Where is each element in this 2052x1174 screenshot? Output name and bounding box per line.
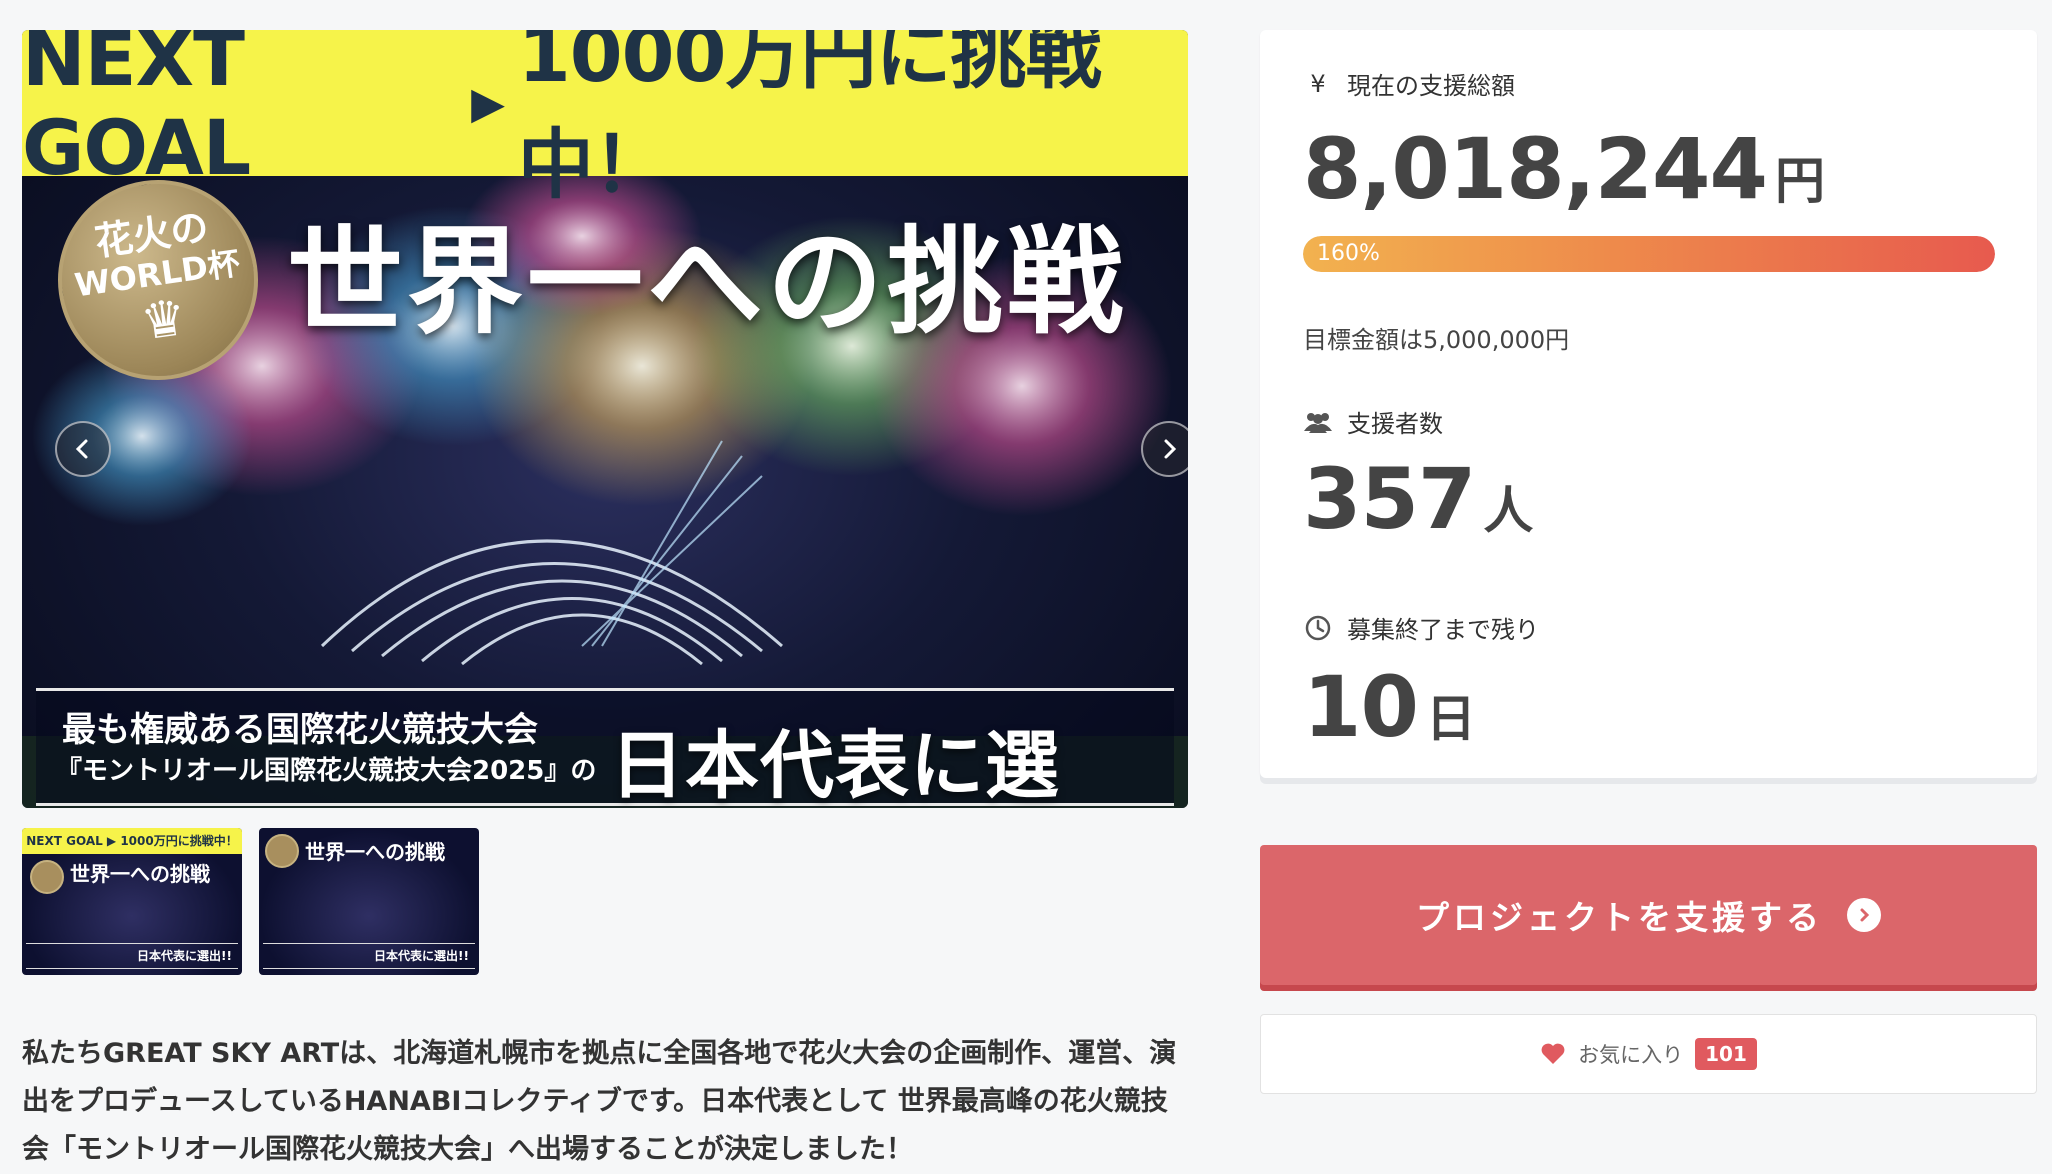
hero-headline: 世界一への挑戦	[287, 214, 1127, 350]
total-amount-label: 現在の支援総額	[1347, 72, 1515, 100]
remaining-label: 募集終了まで残り	[1347, 616, 1539, 644]
remaining-label-row: 募集終了まで残り	[1303, 610, 1539, 645]
heart-icon	[1541, 1043, 1565, 1064]
thumbnail-title: 世界一への挑戦	[305, 840, 445, 864]
funding-progress-bar: 160%	[1303, 236, 1995, 272]
triangle-arrow-icon: ▶	[471, 77, 505, 129]
thumbnail-strip: NEXT GOAL ▶ 1000万円に挑戦中！ 世界一への挑戦 日本代表に選出!…	[22, 828, 479, 975]
yen-icon: ¥	[1310, 69, 1326, 98]
arrow-right-circle-icon	[1847, 898, 1881, 932]
backers-row: 357 人	[1303, 450, 1533, 548]
next-goal-banner: NEXT GOAL ▶ 1000万円に挑戦中！	[22, 30, 1188, 209]
progress-fill	[1303, 236, 1995, 272]
total-amount-label-row: ¥ 現在の支援総額	[1303, 66, 1515, 101]
clock-icon	[1303, 615, 1333, 641]
chevron-right-icon	[1164, 439, 1177, 459]
support-button-label: プロジェクトを支援する	[1416, 898, 1823, 937]
remaining-row: 10 日	[1303, 658, 1476, 756]
thumbnail-2[interactable]: 世界一への挑戦 日本代表に選出!!	[259, 828, 479, 975]
chevron-left-icon	[75, 439, 88, 459]
users-icon	[1303, 411, 1333, 433]
thumbnail-title: 世界一への挑戦	[70, 862, 210, 886]
thumbnail-bottom-text: 日本代表に選出!!	[263, 943, 475, 969]
favorite-count-badge: 101	[1695, 1038, 1757, 1070]
thumbnail-badge	[30, 860, 64, 894]
hero-selected-text: 日本代表に選出!!	[610, 723, 1060, 808]
goal-banner-right: 1000万円に挑戦中！	[517, 30, 1102, 209]
thumbnail-bottom-text: 日本代表に選出!!	[26, 943, 238, 969]
backers-label: 支援者数	[1347, 410, 1443, 438]
favorite-label: お気に入り	[1578, 1043, 1684, 1067]
remaining-unit: 日	[1425, 690, 1476, 748]
hero-subtitle-line2: 『モントリオール国際花火競技大会2025』の	[56, 756, 597, 786]
total-amount-unit: 円	[1774, 152, 1825, 210]
thumbnail-badge	[265, 834, 299, 868]
thumbnail-1[interactable]: NEXT GOAL ▶ 1000万円に挑戦中！ 世界一への挑戦 日本代表に選出!…	[22, 828, 242, 975]
goal-amount-text: 目標金額は5,000,000円	[1303, 326, 1570, 354]
carousel-prev-button[interactable]	[55, 421, 111, 477]
favorite-button[interactable]: お気に入り 101	[1260, 1014, 2037, 1094]
goal-banner-left: NEXT GOAL	[22, 30, 251, 192]
total-amount-value: 8,018,244	[1303, 120, 1768, 218]
support-project-button[interactable]: プロジェクトを支援する	[1260, 845, 2037, 985]
funding-stats-card: ¥ 現在の支援総額 8,018,244 円 160% 目標金額は5,000,00…	[1260, 30, 2037, 778]
crown-icon: ♛	[137, 287, 190, 352]
project-description: 私たちGREAT SKY ARTは、北海道札幌市を拠点に全国各地で花火大会の企画…	[22, 1038, 1177, 1165]
thumbnail-goal-text: NEXT GOAL ▶ 1000万円に挑戦中！	[22, 828, 242, 854]
backers-value: 357	[1303, 450, 1476, 548]
carousel-next-button[interactable]	[1141, 421, 1188, 477]
backers-label-row: 支援者数	[1303, 404, 1443, 439]
main-project-image: NEXT GOAL ▶ 1000万円に挑戦中！ 花火の WORLD杯 ♛ 世界一…	[22, 30, 1188, 808]
progress-percent: 160%	[1317, 241, 1380, 266]
remaining-value: 10	[1303, 658, 1419, 756]
total-amount-row: 8,018,244 円	[1303, 120, 1825, 218]
backers-unit: 人	[1483, 482, 1534, 540]
hero-subtitle-line1: 最も権威ある国際花火競技大会	[62, 710, 538, 750]
